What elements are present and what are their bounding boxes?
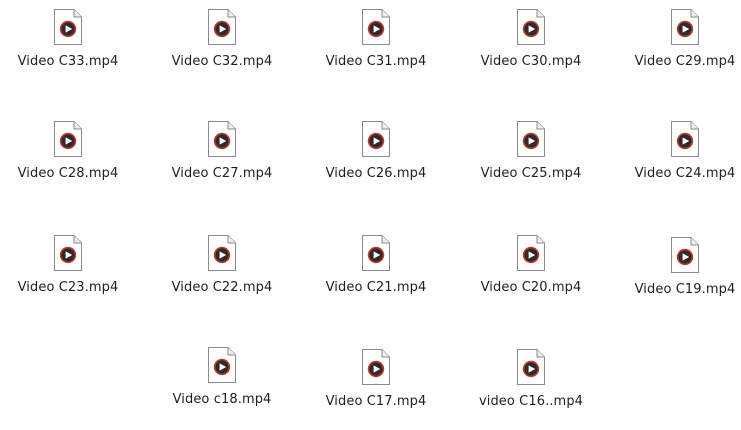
video-file-icon — [53, 8, 83, 46]
file-name: Video C22.mp4 — [171, 280, 273, 295]
file-item[interactable]: Video C26.mp4 — [311, 120, 441, 202]
video-file-icon — [670, 236, 700, 274]
video-file-icon — [207, 120, 237, 158]
file-name: Video C17.mp4 — [325, 394, 427, 409]
video-file-icon — [670, 8, 700, 46]
file-name: Video C32.mp4 — [171, 54, 273, 69]
video-file-icon — [516, 120, 546, 158]
file-name: video C16..mp4 — [478, 394, 584, 409]
file-name: Video C29.mp4 — [634, 54, 736, 69]
file-name: Video C26.mp4 — [325, 166, 427, 181]
file-item[interactable]: Video C20.mp4 — [466, 234, 596, 316]
file-item[interactable]: Video C17.mp4 — [311, 348, 441, 430]
file-name: Video C30.mp4 — [480, 54, 582, 69]
video-file-icon — [207, 234, 237, 272]
file-name: Video c18.mp4 — [172, 392, 272, 407]
file-item[interactable]: Video C23.mp4 — [3, 234, 133, 316]
video-file-icon — [53, 234, 83, 272]
file-item[interactable]: Video C30.mp4 — [466, 8, 596, 90]
file-item[interactable]: Video C33.mp4 — [3, 8, 133, 90]
file-item[interactable]: video C16..mp4 — [466, 348, 596, 430]
file-name: Video C33.mp4 — [17, 54, 119, 69]
file-item[interactable]: Video C22.mp4 — [157, 234, 287, 316]
video-file-icon — [670, 120, 700, 158]
file-item[interactable]: Video C28.mp4 — [3, 120, 133, 202]
file-item[interactable]: Video C27.mp4 — [157, 120, 287, 202]
file-item[interactable]: Video C31.mp4 — [311, 8, 441, 90]
video-file-icon — [361, 234, 391, 272]
video-file-icon — [516, 8, 546, 46]
file-name: Video C27.mp4 — [171, 166, 273, 181]
video-file-icon — [361, 120, 391, 158]
video-file-icon — [516, 348, 546, 386]
file-item[interactable]: Video C29.mp4 — [620, 8, 741, 90]
file-name: Video C25.mp4 — [480, 166, 582, 181]
file-grid: Video C33.mp4 Video C32.mp4 Video C31.mp… — [0, 0, 741, 417]
file-name: Video C31.mp4 — [325, 54, 427, 69]
file-name: Video C20.mp4 — [480, 280, 582, 295]
video-file-icon — [53, 120, 83, 158]
file-name: Video C23.mp4 — [17, 280, 119, 295]
file-item[interactable]: Video C32.mp4 — [157, 8, 287, 90]
video-file-icon — [207, 8, 237, 46]
video-file-icon — [516, 234, 546, 272]
video-file-icon — [361, 8, 391, 46]
file-item[interactable]: Video C25.mp4 — [466, 120, 596, 202]
file-item[interactable]: Video C19.mp4 — [620, 236, 741, 318]
file-name: Video C21.mp4 — [325, 280, 427, 295]
file-name: Video C24.mp4 — [634, 166, 736, 181]
video-file-icon — [361, 348, 391, 386]
video-file-icon — [207, 346, 237, 384]
file-name: Video C28.mp4 — [17, 166, 119, 181]
file-item[interactable]: Video C24.mp4 — [620, 120, 741, 202]
file-item[interactable]: Video c18.mp4 — [157, 346, 287, 428]
file-name: Video C19.mp4 — [634, 282, 736, 297]
file-item[interactable]: Video C21.mp4 — [311, 234, 441, 316]
